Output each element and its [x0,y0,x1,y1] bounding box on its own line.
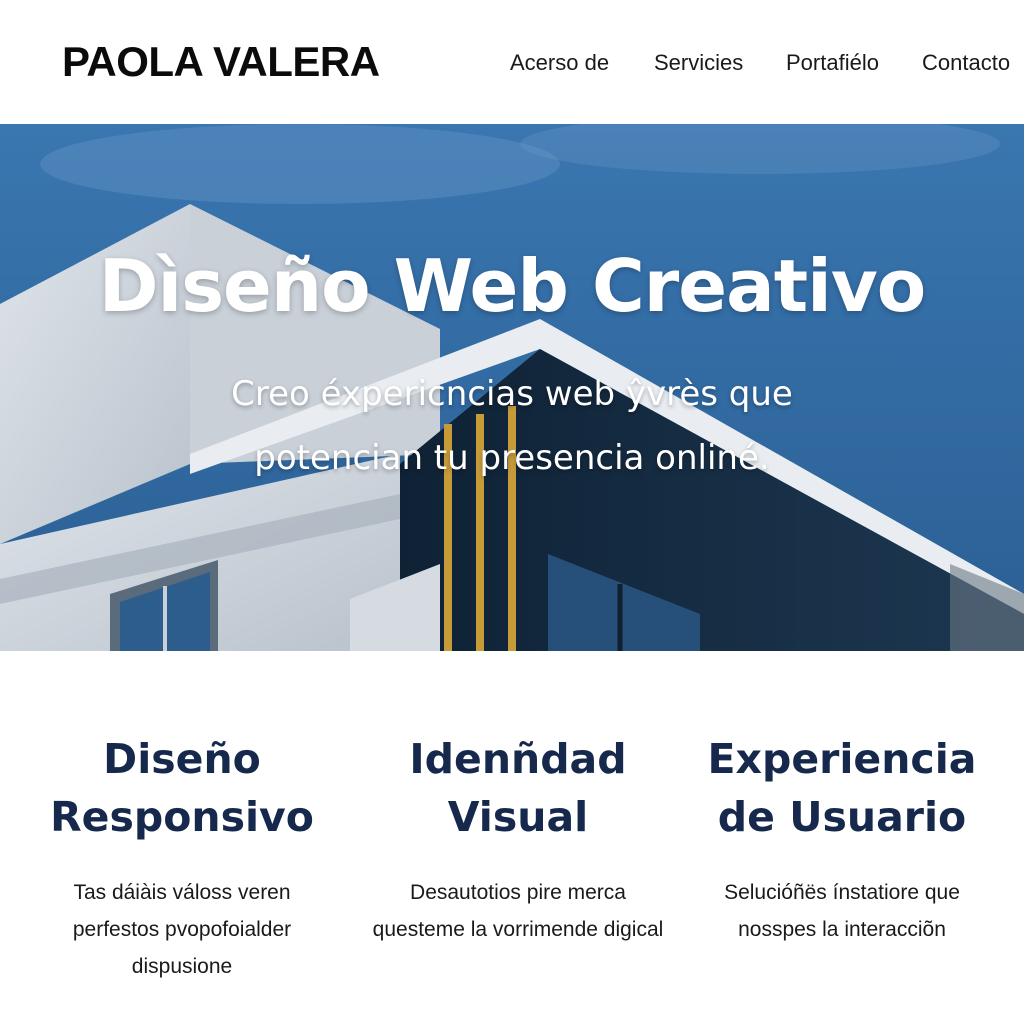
main-nav: Acerso de Servicies Portafiélo Contacto [0,50,1024,80]
feature-card: Diseño Responsivo Tas dáiàis válos‌s ver… [40,730,324,985]
feature-title: Diseño Responsivo [50,735,314,841]
site-header: PAOLA VALERA Acerso de Servicies Portafi… [0,0,1024,124]
hero-subtitle: Creo éxpericncias web ŷvrès que potencia… [231,374,793,478]
nav-item-services[interactable]: Servicies [654,50,743,76]
nav-item-contact[interactable]: Contacto [922,50,1010,76]
nav-item-about[interactable]: Acerso de [510,50,609,76]
hero-title: Dìseño Web Creativo [98,244,926,328]
feature-text: Tas dáiàis válos‌s veren perfestos pvopo… [72,881,292,978]
feature-card: Idenñdad Visual Desautotios pire merca q… [370,730,666,948]
feature-card: Experiencia de Usuario Selucióñës ínstat… [700,730,984,948]
hero-section: Dìseño Web Creativo Creo éxpericncias we… [0,124,1024,651]
feature-text: Desautotios pire merca questeme la vorri… [372,881,664,941]
feature-title: Experiencia de Usuario [707,735,977,841]
nav-item-portfolio[interactable]: Portafiélo [786,50,879,76]
feature-text: Selucióñës ínstatiore que nosspes la int… [724,881,960,941]
feature-title: Idenñdad Visual [409,735,627,841]
